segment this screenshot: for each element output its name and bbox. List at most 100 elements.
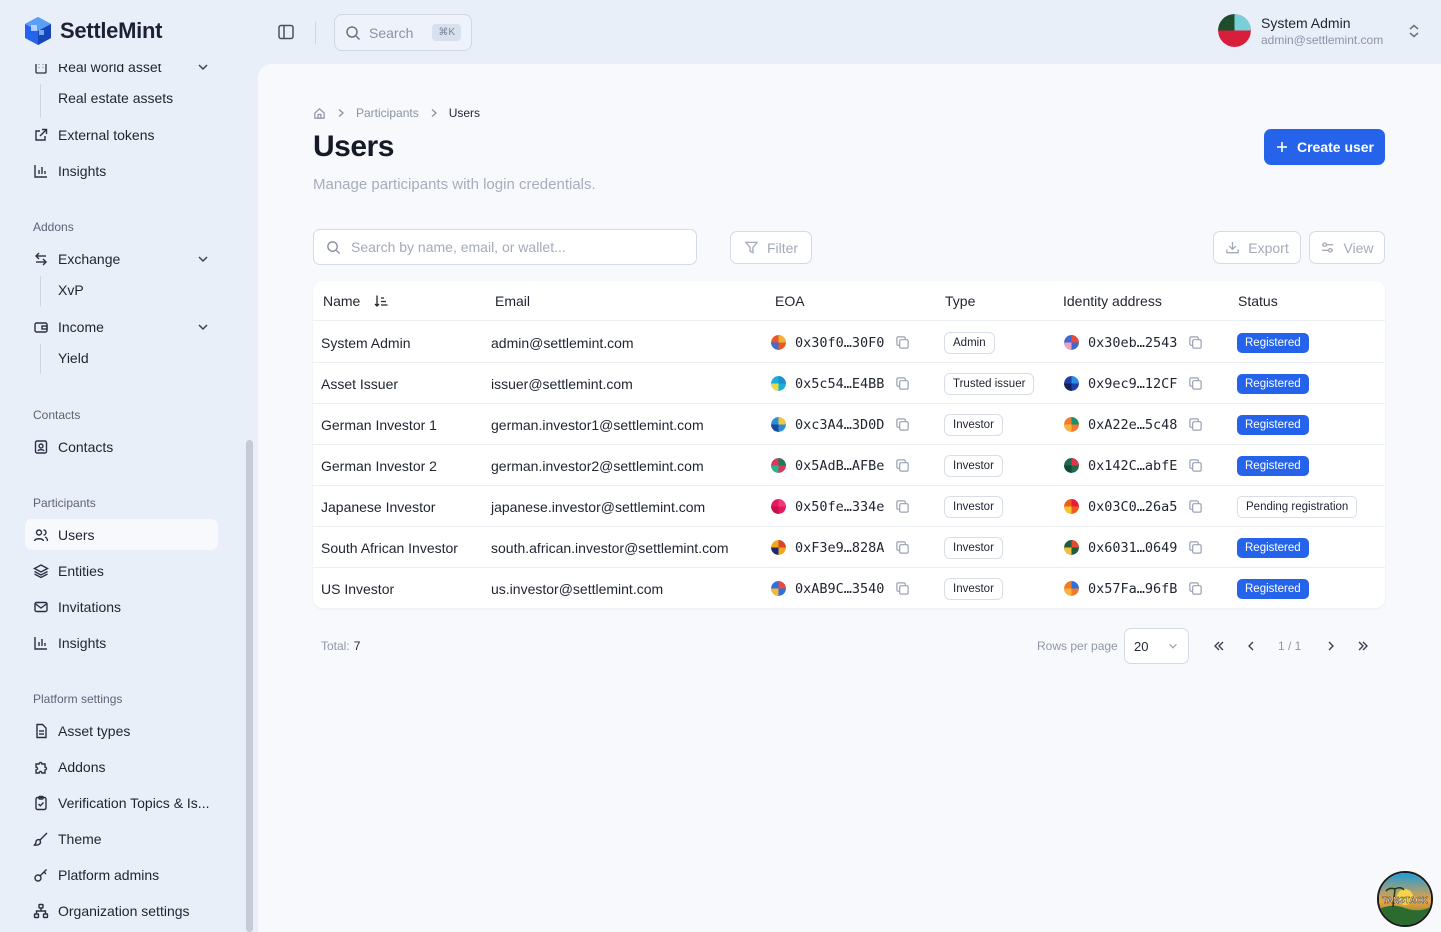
- copy-icon[interactable]: [895, 540, 910, 555]
- copy-icon[interactable]: [1188, 417, 1203, 432]
- identity-avatar: [1064, 458, 1079, 473]
- sidebar-item-entities[interactable]: Entities: [25, 555, 218, 586]
- column-header-email[interactable]: Email: [495, 293, 530, 309]
- copy-icon[interactable]: [895, 581, 910, 596]
- building-icon: [35, 64, 47, 74]
- copy-icon[interactable]: [1188, 458, 1203, 473]
- devtools-label: TANSTACK: [1382, 895, 1428, 905]
- status-badge: Registered: [1237, 373, 1309, 394]
- eoa-avatar: [771, 499, 786, 514]
- sidebar-item-label: Verification Topics & Is...: [58, 794, 210, 811]
- sidebar-item-addons[interactable]: Addons: [25, 751, 218, 782]
- column-header-identity[interactable]: Identity address: [1063, 293, 1162, 309]
- key-icon: [34, 868, 47, 882]
- cell-name: System Admin: [321, 334, 411, 351]
- sidebar-item-exchange[interactable]: Exchange: [25, 243, 218, 274]
- eoa-address: 0xF3e9…828A: [795, 539, 885, 556]
- sidebar-item-external-tokens[interactable]: External tokens: [25, 119, 218, 150]
- cell-identity: 0x6031…0649: [1064, 527, 1203, 568]
- copy-icon[interactable]: [895, 376, 910, 391]
- bar-chart-icon: [34, 164, 47, 178]
- table-row[interactable]: South African Investor south.african.inve…: [313, 527, 1385, 568]
- filter-icon: [744, 241, 759, 254]
- copy-icon[interactable]: [895, 417, 910, 432]
- export-button[interactable]: Export: [1213, 231, 1301, 264]
- breadcrumb-participants[interactable]: Participants: [356, 106, 419, 120]
- home-icon[interactable]: [313, 107, 326, 120]
- total-value: 7: [353, 639, 361, 653]
- wallet-icon: [34, 321, 48, 333]
- table-row[interactable]: Japanese Investor japanese.investor@settl…: [313, 486, 1385, 527]
- filter-button[interactable]: Filter: [730, 231, 812, 264]
- copy-icon[interactable]: [895, 335, 910, 350]
- app-logo[interactable]: SettleMint: [24, 16, 162, 46]
- copy-icon[interactable]: [895, 499, 910, 514]
- sidebar-toggle-button[interactable]: [276, 22, 298, 44]
- previous-page-button[interactable]: [1241, 636, 1261, 656]
- rows-per-page-select[interactable]: 20: [1124, 628, 1189, 664]
- table-header: Name Email EOA Type Identity address Sta…: [313, 281, 1385, 321]
- sidebar-item-label: Exchange: [58, 250, 121, 267]
- sidebar-item-insights-participants[interactable]: Insights: [25, 627, 218, 658]
- users-search-placeholder: Search by name, email, or wallet...: [351, 239, 566, 255]
- sidebar-subitem-real-estate[interactable]: Real estate assets: [58, 86, 173, 110]
- sidebar-item-asset-types[interactable]: Asset types: [25, 715, 218, 746]
- column-label: Name: [323, 293, 361, 309]
- sidebar-item-contacts[interactable]: Contacts: [25, 431, 218, 462]
- copy-icon[interactable]: [1188, 376, 1203, 391]
- first-page-button[interactable]: [1209, 636, 1229, 656]
- sort-ascending-icon: [374, 295, 388, 307]
- status-badge: Registered: [1237, 578, 1309, 599]
- sidebar-item-platform-admins[interactable]: Platform admins: [25, 859, 218, 890]
- sidebar-item-real-world-asset[interactable]: Real world asset: [25, 64, 218, 82]
- table-row[interactable]: German Investor 1 german.investor1@settle…: [313, 404, 1385, 445]
- user-menu[interactable]: System Admin admin@settlemint.com: [1218, 14, 1421, 47]
- sidebar-item-organization-settings[interactable]: Organization settings: [25, 895, 218, 926]
- cell-name: German Investor 1: [321, 416, 437, 433]
- sidebar-item-theme[interactable]: Theme: [25, 823, 218, 854]
- copy-icon[interactable]: [895, 458, 910, 473]
- view-button[interactable]: View: [1309, 231, 1385, 264]
- table-row[interactable]: German Investor 2 german.investor2@settle…: [313, 445, 1385, 486]
- page-description: Manage participants with login credentia…: [313, 176, 596, 193]
- table-row[interactable]: US Investor us.investor@settlemint.com 0xA…: [313, 568, 1385, 608]
- sidebar-scrollbar-thumb[interactable]: [246, 440, 253, 932]
- sidebar-item-label: Organization settings: [58, 902, 190, 919]
- chevron-down-icon: [198, 323, 208, 330]
- copy-icon[interactable]: [1188, 540, 1203, 555]
- page-title: Users: [313, 130, 394, 163]
- copy-icon[interactable]: [1188, 335, 1203, 350]
- sidebar-item-users[interactable]: Users: [25, 519, 218, 550]
- sidebar-item-invitations[interactable]: Invitations: [25, 591, 218, 622]
- sidebar-subitem-yield[interactable]: Yield: [58, 346, 89, 370]
- type-badge: Investor: [944, 577, 1003, 600]
- sidebar-item-verification-topics[interactable]: Verification Topics & Is...: [25, 787, 218, 818]
- search-shortcut-badge: ⌘K: [432, 24, 461, 41]
- sidebar-item-label: Income: [58, 318, 104, 335]
- sidebar-item-insights-assets[interactable]: Insights: [25, 155, 218, 186]
- column-header-eoa[interactable]: EOA: [775, 293, 805, 309]
- sidebar-subitem-xvp[interactable]: XvP: [58, 278, 84, 302]
- column-header-name[interactable]: Name: [323, 293, 388, 309]
- chevrons-right-icon: [1358, 641, 1368, 651]
- sidebar-item-income[interactable]: Income: [25, 311, 218, 342]
- column-header-status[interactable]: Status: [1238, 293, 1278, 309]
- column-header-type[interactable]: Type: [945, 293, 975, 309]
- table-row[interactable]: System Admin admin@settlemint.com 0x30f0…3…: [313, 322, 1385, 363]
- create-user-button[interactable]: Create user: [1264, 129, 1385, 165]
- table-row[interactable]: Asset Issuer issuer@settlemint.com 0x5c54……: [313, 363, 1385, 404]
- global-search-button[interactable]: Search ⌘K: [334, 14, 472, 51]
- copy-icon[interactable]: [1188, 581, 1203, 596]
- last-page-button[interactable]: [1353, 636, 1373, 656]
- identity-address: 0x9ec9…12CF: [1088, 375, 1178, 392]
- topbar-divider: [315, 22, 316, 44]
- eoa-address: 0x5c54…E4BB: [795, 375, 885, 392]
- next-page-button[interactable]: [1321, 636, 1341, 656]
- copy-icon[interactable]: [1188, 499, 1203, 514]
- tanstack-devtools-button[interactable]: TANSTACK: [1377, 871, 1433, 927]
- cell-name: US Investor: [321, 580, 395, 597]
- eoa-avatar: [771, 458, 786, 473]
- cell-status: Registered: [1237, 568, 1309, 608]
- view-label: View: [1343, 239, 1374, 256]
- users-search-input[interactable]: Search by name, email, or wallet...: [313, 229, 697, 265]
